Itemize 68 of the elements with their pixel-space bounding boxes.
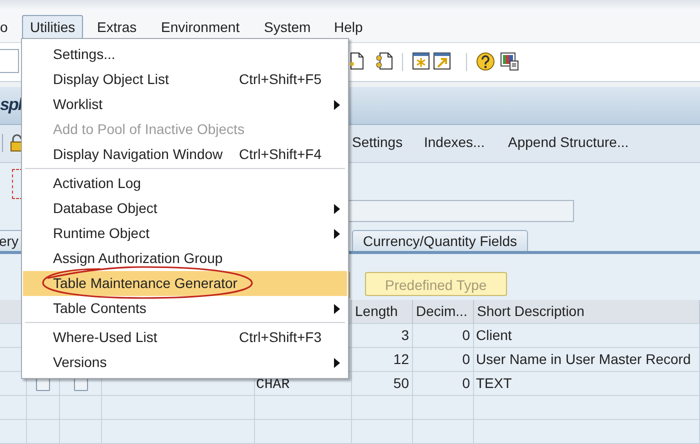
tab[interactable]: Currency/Quantity Fields (352, 230, 528, 251)
table-cell (27, 420, 60, 444)
table-cell: 12 (393, 351, 409, 367)
menu-item-label: Settings... (53, 46, 116, 63)
table-cell: TEXT (476, 375, 512, 391)
menu-item-label: Database Object (53, 200, 158, 217)
menu-item[interactable]: Runtime Object (23, 221, 347, 246)
menu-item[interactable]: Table Contents (23, 296, 347, 321)
command-field[interactable] (0, 49, 19, 73)
toolbar-button[interactable]: Append Structure... (508, 133, 629, 151)
table-cell: 50 (393, 375, 409, 391)
menu-item[interactable]: Activation Log (23, 171, 347, 196)
shortcut-label: Ctrl+Shift+F3 (239, 329, 322, 346)
menu-item[interactable]: Database Object (23, 196, 347, 221)
document-icon[interactable] (350, 52, 364, 70)
table-cell (352, 420, 413, 444)
shortcut-label: Ctrl+Shift+F4 (239, 146, 322, 163)
menu-bar-item[interactable]: Extras (89, 15, 145, 39)
menu-item-label: Worklist (53, 96, 103, 113)
submenu-arrow-icon (334, 229, 340, 239)
toolbar-button[interactable]: Settings (352, 133, 403, 151)
new-window-icon[interactable] (412, 52, 430, 70)
menu-bar-item[interactable]: Utilities (22, 15, 84, 39)
table-cell: 0 (462, 351, 470, 367)
menu-item[interactable]: Table Maintenance Generator (23, 271, 347, 296)
menu-item[interactable]: Assign Authorization Group (23, 246, 347, 271)
help-icon[interactable] (476, 52, 495, 71)
monitor-icon[interactable] (500, 52, 519, 71)
column-header[interactable]: Short Description (474, 300, 700, 324)
menu-item-label: Table Contents (53, 300, 146, 317)
menu-bar-item[interactable]: Environment (153, 15, 248, 39)
menu-item-label: Versions (53, 354, 107, 371)
submenu-arrow-icon (334, 304, 340, 314)
shortcut-label: Ctrl+Shift+F5 (239, 71, 322, 88)
menu-item-label: Runtime Object (53, 225, 150, 242)
menu-bar-item[interactable]: o (0, 15, 16, 39)
table-cell: 0 (462, 375, 470, 391)
menu-item-label: Table Maintenance Generator (53, 275, 238, 292)
menu-item[interactable]: Where-Used List Ctrl+Shift+F3 (23, 325, 347, 350)
menu-item[interactable]: Display Object List Ctrl+Shift+F5 (23, 67, 347, 92)
menu-bar-item[interactable]: Help (326, 15, 371, 39)
menu-item[interactable]: Display Navigation Window Ctrl+Shift+F4 (23, 142, 347, 167)
table-cell (413, 420, 474, 444)
table-cell: User Name in User Master Record (476, 351, 691, 367)
table-cell: 3 (401, 327, 409, 343)
menu-item-label: Display Object List (53, 71, 169, 88)
menu-item[interactable]: Versions (23, 350, 347, 375)
menu-item-label: Add to Pool of Inactive Objects (53, 121, 244, 138)
table-cell: 0 (462, 327, 470, 343)
toolbar-button[interactable]: Indexes... (424, 133, 485, 151)
menu-item[interactable]: Worklist (23, 92, 347, 117)
menu-item-label: Assign Authorization Group (53, 250, 223, 267)
shortcut-window-icon[interactable] (433, 52, 451, 70)
document-icon[interactable] (375, 52, 393, 70)
column-header[interactable]: Length (352, 300, 413, 324)
table-cell (0, 396, 27, 420)
column-header[interactable]: Decim... (413, 300, 474, 324)
submenu-arrow-icon (334, 204, 340, 214)
menu-item-label: Display Navigation Window (53, 146, 223, 163)
table-cell (0, 420, 27, 444)
table-cell (60, 420, 102, 444)
table-cell: Client (476, 327, 512, 343)
menu-item-label: Where-Used List (53, 329, 158, 346)
submenu-arrow-icon (334, 100, 340, 110)
submenu-arrow-icon (334, 358, 340, 368)
menu-bar-item[interactable]: System (256, 15, 319, 39)
table-cell: CHAR (256, 377, 290, 393)
menu-item-label: Activation Log (53, 175, 141, 192)
